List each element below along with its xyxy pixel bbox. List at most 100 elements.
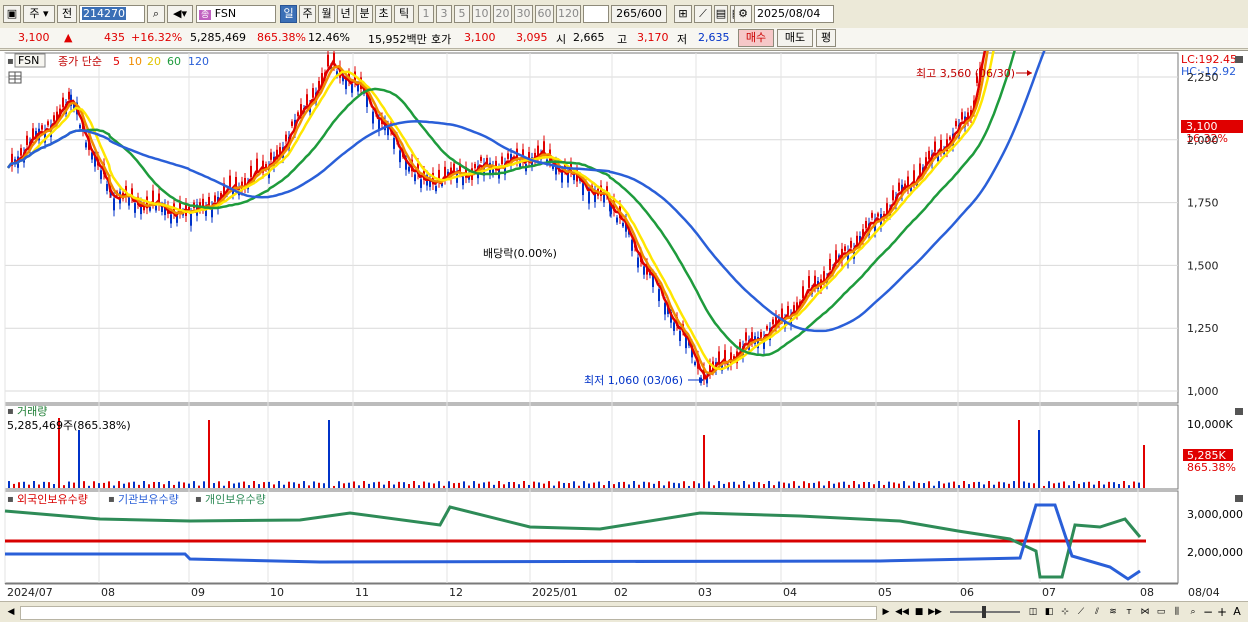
volume-bar <box>853 481 855 488</box>
interval-5-button[interactable]: 5 <box>454 5 470 23</box>
zoom-chart-icon[interactable]: ◫ <box>1026 605 1040 619</box>
period-select[interactable]: 주 ▾ <box>23 5 55 23</box>
interval-60-button[interactable]: 60 <box>535 5 554 23</box>
price-candle-body <box>372 111 374 124</box>
settings-gear-icon[interactable]: ⚙ <box>734 5 752 23</box>
buy-button[interactable]: 매수 <box>738 29 774 47</box>
stock-chart-svg[interactable]: FSN ▪ 종가 단순 5 10 20 60 120 LC:192.45 HC:… <box>0 0 1248 602</box>
eval-button[interactable]: 평 <box>816 29 836 47</box>
zoom-slider-thumb[interactable] <box>982 606 986 618</box>
price-candle-body <box>793 305 795 313</box>
draw-line-icon[interactable]: ⟋ <box>694 5 712 23</box>
volume-bar <box>928 481 930 488</box>
volume-bar <box>488 481 490 488</box>
bars-icon[interactable]: ⫼ <box>1170 605 1184 619</box>
count-field[interactable]: 265/600 <box>611 5 667 23</box>
price-candle-body <box>393 137 395 149</box>
price-candle-body <box>955 121 957 127</box>
shape-icon[interactable]: ▭ <box>1154 605 1168 619</box>
interval-20-button[interactable]: 20 <box>493 5 512 23</box>
volume-bar <box>398 481 400 488</box>
stock-code-input[interactable]: 214270 <box>79 5 145 23</box>
volume-bar <box>183 482 185 488</box>
sell-button[interactable]: 매도 <box>777 29 813 47</box>
custom-interval-input[interactable] <box>583 5 609 23</box>
price-candle-body <box>582 183 584 196</box>
volume-bar <box>1083 482 1085 488</box>
price-candle-body <box>214 195 216 202</box>
zoom-in-icon[interactable]: + <box>1215 605 1229 619</box>
period-week-button[interactable]: 주 <box>299 5 316 23</box>
fast-forward-icon[interactable]: ▶▶ <box>928 605 942 619</box>
price-candle-body <box>823 271 825 281</box>
price-candle-body <box>919 163 921 176</box>
period-tick-button[interactable]: 틱 <box>394 5 414 23</box>
volume-bar <box>203 481 205 488</box>
chart-tools-icon[interactable]: ⊞ <box>674 5 692 23</box>
institution-holding-label: 기관보유수량 <box>118 493 179 506</box>
price-candle-body <box>20 148 22 156</box>
volume-bar <box>863 481 865 488</box>
window-menu-icon[interactable]: ▣ <box>3 5 21 23</box>
volume-current: 5,285,469주(865.38%) <box>7 419 131 432</box>
magnifier-icon[interactable]: ⌕ <box>1186 605 1200 619</box>
volume-bar <box>418 485 420 488</box>
price-candle-body <box>155 205 157 211</box>
low-price: 2,635 <box>698 31 730 44</box>
volume-bar <box>1028 482 1030 488</box>
auto-scale-icon[interactable]: A <box>1230 605 1244 619</box>
fibonacci-icon[interactable]: ≋ <box>1106 605 1120 619</box>
volume-bar <box>363 481 365 488</box>
interval-3-button[interactable]: 3 <box>436 5 452 23</box>
interval-120-button[interactable]: 120 <box>556 5 581 23</box>
volume-bar <box>218 481 220 488</box>
pattern-icon[interactable]: ⋈ <box>1138 605 1152 619</box>
zoom-out-icon[interactable]: − <box>1201 605 1215 619</box>
stop-icon[interactable]: ■ <box>912 605 926 619</box>
volume-bar <box>818 481 820 488</box>
period-year-button[interactable]: 년 <box>337 5 354 23</box>
price-candle-body <box>928 150 930 160</box>
crosshair-icon[interactable]: ⊹ <box>1058 605 1072 619</box>
channel-line-icon[interactable]: ⫽ <box>1090 605 1104 619</box>
interval-1-button[interactable]: 1 <box>418 5 434 23</box>
price-change-rate: +16.32% <box>131 31 183 44</box>
x-axis-label: 02 <box>614 586 628 599</box>
trend-line-icon[interactable]: ⟋ <box>1074 605 1088 619</box>
interval-30-button[interactable]: 30 <box>514 5 533 23</box>
speaker-icon[interactable]: ◀▾ <box>167 5 193 23</box>
individual-holding-label: 개인보유수량 <box>205 493 266 506</box>
x-axis-label: 06 <box>960 586 974 599</box>
interval-10-button[interactable]: 10 <box>472 5 491 23</box>
price-candle-body <box>673 322 675 331</box>
toolbar: ▣ 주 ▾ 전 214270 ⌕ ◀▾ 종 FSN 일 주 월 년 분 초 틱 … <box>0 0 1248 29</box>
period-month-button[interactable]: 월 <box>318 5 335 23</box>
price-candle-body <box>327 54 329 67</box>
select-chart-icon[interactable]: ◧ <box>1042 605 1056 619</box>
date-input[interactable]: 2025/08/04 <box>754 5 834 23</box>
volume-bar <box>678 483 680 488</box>
stock-name-field[interactable]: 종 FSN <box>196 5 276 23</box>
volume-bar <box>618 482 620 488</box>
scroll-left-icon[interactable]: ◀ <box>4 605 18 619</box>
volume-bar <box>1013 481 1015 488</box>
volume-bar <box>323 483 325 488</box>
volume-bar <box>733 481 735 488</box>
search-icon[interactable]: ⌕ <box>147 5 165 23</box>
period-minute-button[interactable]: 분 <box>356 5 373 23</box>
volume-bar <box>1003 482 1005 488</box>
chart-area[interactable]: FSN ▪ 종가 단순 5 10 20 60 120 LC:192.45 HC:… <box>0 0 1248 602</box>
scroll-right-icon[interactable]: ▶ <box>879 605 893 619</box>
volume-bar <box>723 483 725 488</box>
print-icon[interactable]: ▤ <box>714 5 728 23</box>
volume-bar <box>358 485 360 488</box>
text-tool-icon[interactable]: ᴛ <box>1122 605 1136 619</box>
legend-dot-icon: ▪ <box>7 406 14 417</box>
price-candle-body <box>679 330 681 341</box>
price-candle-body <box>399 150 401 163</box>
period-day-button[interactable]: 일 <box>280 5 297 23</box>
period-second-button[interactable]: 초 <box>375 5 392 23</box>
prev-button[interactable]: 전 <box>57 5 77 23</box>
rewind-icon[interactable]: ◀◀ <box>895 605 909 619</box>
horizontal-scrollbar[interactable] <box>20 606 877 620</box>
